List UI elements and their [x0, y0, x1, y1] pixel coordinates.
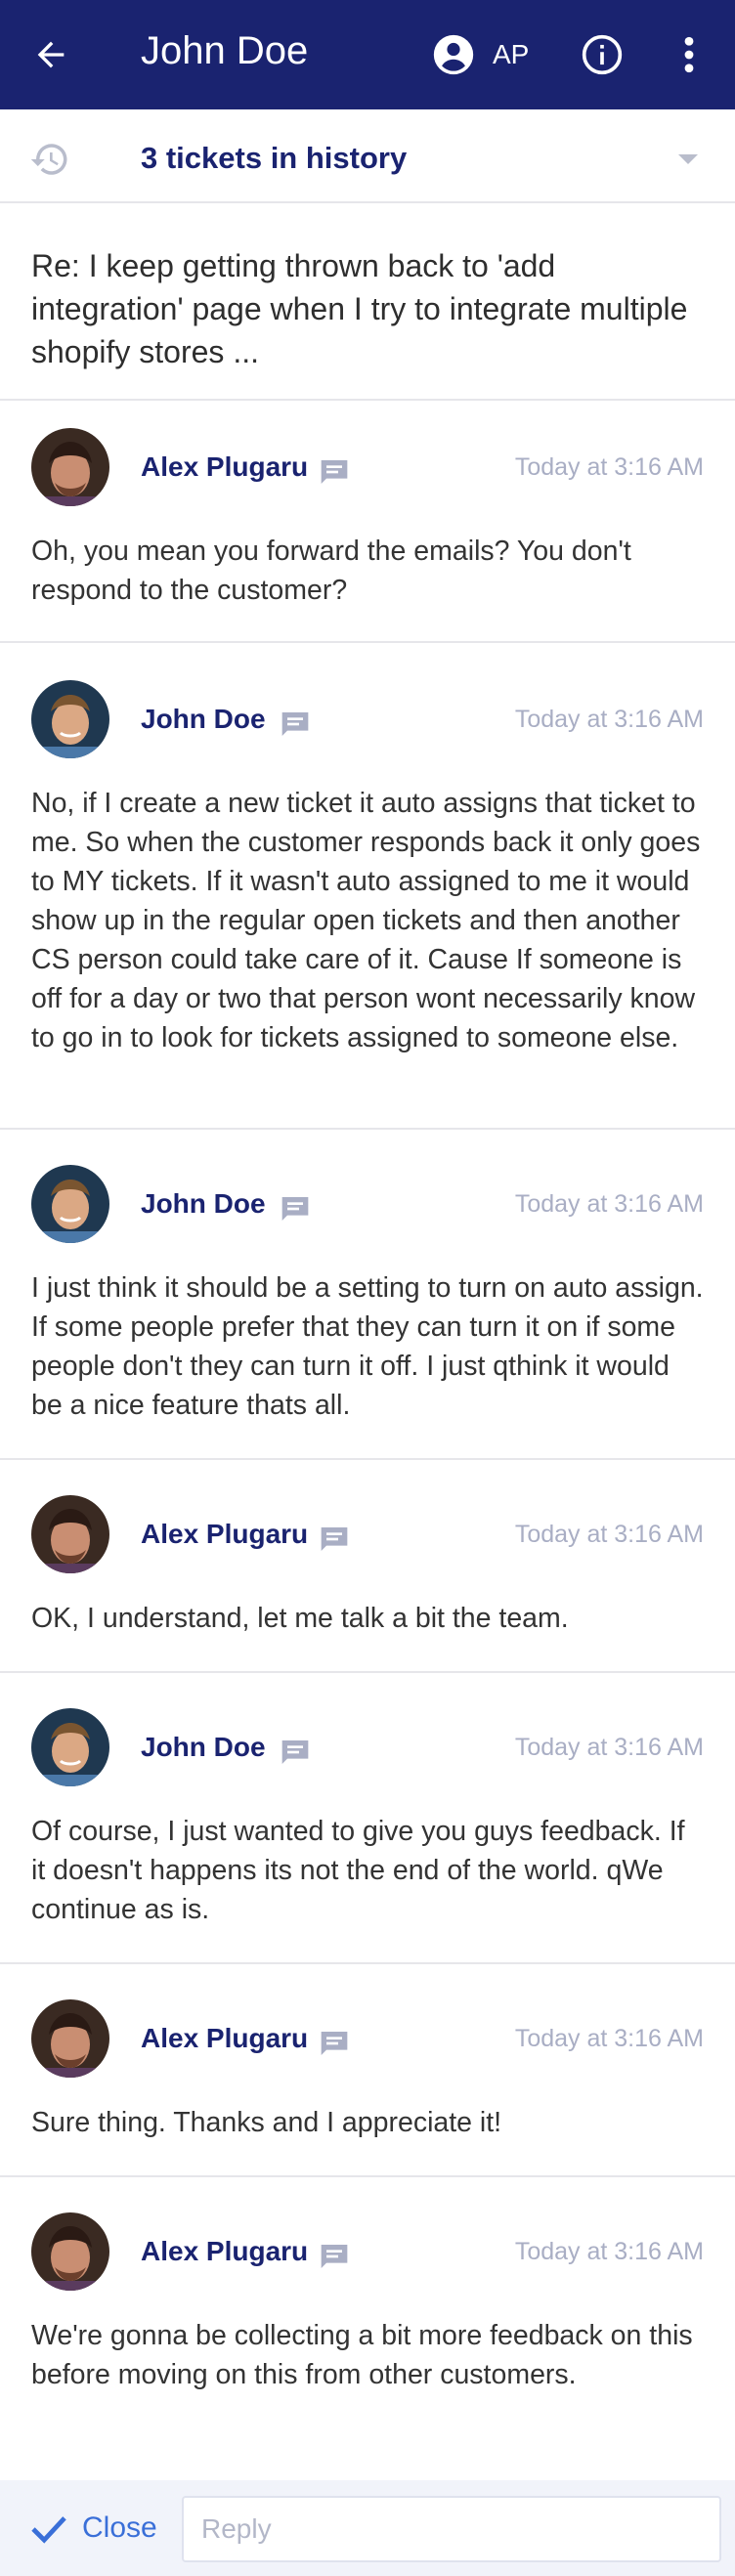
message-body: We're gonna be collecting a bit more fee… — [31, 2320, 693, 2390]
message-item: Alex Plugaru Today at 3:16 AM OK, I unde… — [0, 1460, 735, 1673]
message-author: John Doe — [141, 704, 266, 734]
message-timestamp: Today at 3:16 AM — [514, 1190, 704, 1218]
message-author: Alex Plugaru — [141, 2236, 309, 2266]
message-author: Alex Plugaru — [141, 1519, 309, 1549]
message-body: Sure thing. Thanks and I appreciate it! — [31, 2107, 502, 2138]
close-ticket-button[interactable]: Close — [82, 2512, 157, 2545]
chat-icon — [321, 460, 348, 484]
message-timestamp: Today at 3:16 AM — [514, 1734, 704, 1761]
message-timestamp: Today at 3:16 AM — [514, 2025, 704, 2052]
reply-input[interactable] — [182, 2496, 721, 2562]
message-body: No, if I create a new ticket it auto ass… — [31, 788, 701, 1053]
caret-down-icon[interactable] — [676, 152, 700, 166]
history-label: 3 tickets in history — [141, 141, 408, 175]
avatar — [31, 1708, 109, 1786]
message-item: Alex Plugaru Today at 3:16 AM We're gonn… — [0, 2177, 735, 2480]
avatar — [31, 680, 109, 758]
message-timestamp: Today at 3:16 AM — [514, 706, 704, 733]
message-timestamp: Today at 3:16 AM — [514, 1521, 704, 1548]
chat-icon — [281, 1740, 309, 1764]
arrow-back-icon[interactable] — [31, 35, 70, 74]
message-item: John Doe Today at 3:16 AM I just think i… — [0, 1130, 735, 1460]
chat-icon — [281, 712, 309, 736]
message-author: John Doe — [141, 1188, 266, 1219]
account-circle-icon[interactable] — [432, 33, 475, 76]
message-item: Alex Plugaru Today at 3:16 AM Oh, you me… — [0, 401, 735, 643]
app-bar: John Doe AP — [0, 0, 735, 109]
chat-icon — [321, 1527, 348, 1551]
message-author: Alex Plugaru — [141, 2023, 309, 2053]
avatar — [31, 2212, 109, 2291]
check-icon[interactable] — [29, 2513, 68, 2545]
page-title: John Doe — [141, 29, 309, 72]
avatar — [31, 1999, 109, 2078]
message-author: John Doe — [141, 1732, 266, 1762]
message-item: Alex Plugaru Today at 3:16 AM Sure thing… — [0, 1964, 735, 2177]
more-vert-icon[interactable] — [674, 33, 704, 76]
message-author: Alex Plugaru — [141, 451, 309, 482]
reply-bar: Close — [0, 2480, 735, 2576]
message-item: John Doe Today at 3:16 AM No, if I creat… — [0, 643, 735, 1130]
message-timestamp: Today at 3:16 AM — [514, 453, 704, 481]
history-icon — [30, 144, 67, 175]
ticket-history-toggle[interactable]: 3 tickets in history — [0, 109, 735, 203]
avatar — [31, 428, 109, 506]
info-icon[interactable] — [581, 33, 624, 76]
message-body: Oh, you mean you forward the emails? You… — [31, 536, 631, 606]
chat-icon — [321, 2032, 348, 2055]
chat-icon — [281, 1197, 309, 1221]
avatar — [31, 1495, 109, 1573]
chat-icon — [321, 2245, 348, 2268]
avatar — [31, 1165, 109, 1243]
message-body: I just think it should be a setting to t… — [31, 1272, 704, 1421]
message-body: Of course, I just wanted to give you guy… — [31, 1816, 685, 1925]
ticket-subject: Re: I keep getting thrown back to 'add i… — [0, 203, 735, 401]
message-item: John Doe Today at 3:16 AM Of course, I j… — [0, 1673, 735, 1964]
message-timestamp: Today at 3:16 AM — [514, 2238, 704, 2265]
message-body: OK, I understand, let me talk a bit the … — [31, 1603, 569, 1634]
user-initials[interactable]: AP — [493, 39, 529, 70]
